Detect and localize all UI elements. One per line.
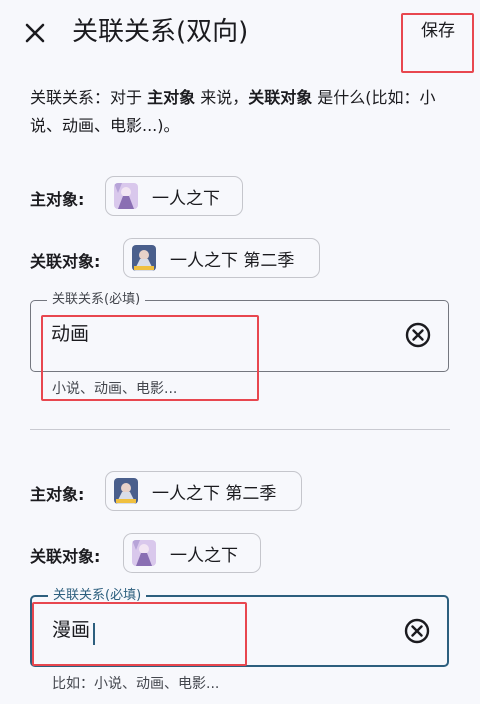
main-object-label: 主对象:	[30, 190, 85, 209]
clear-button[interactable]	[403, 617, 431, 645]
cover-thumbnail	[114, 478, 138, 504]
field-supporting-text: 比如：小说、动画、电影...	[52, 676, 220, 692]
field-label: 关联关系(必填)	[47, 291, 146, 309]
chip-title: 一人之下 第二季	[170, 250, 295, 271]
relation-field[interactable]: 关联关系(必填)	[30, 291, 449, 372]
chip-title: 一人之下	[152, 188, 220, 209]
main-object-chip[interactable]: 一人之下	[105, 176, 243, 216]
save-button[interactable]: 保存	[405, 14, 471, 56]
related-object-label: 关联对象:	[30, 252, 101, 271]
related-object-chip[interactable]: 一人之下	[123, 533, 261, 573]
relation-input[interactable]	[51, 321, 381, 343]
main-object-label: 主对象:	[30, 485, 85, 504]
text-cursor	[93, 623, 95, 645]
chip-title: 一人之下 第二季	[152, 483, 277, 504]
cover-thumbnail	[114, 183, 138, 209]
close-button[interactable]	[18, 16, 52, 50]
clear-circle-icon	[404, 618, 430, 644]
field-label: 关联关系(必填)	[48, 587, 147, 605]
related-object-chip[interactable]: 一人之下 第二季	[123, 238, 320, 278]
relation-input[interactable]	[52, 617, 382, 639]
main-object-chip[interactable]: 一人之下 第二季	[105, 471, 302, 511]
related-object-label: 关联对象:	[30, 547, 101, 566]
description-text: 关联关系：对于 主对象 来说，关联对象 是什么(比如：小说、动画、电影...)。	[30, 88, 436, 135]
section-divider	[30, 429, 450, 430]
clear-circle-icon	[405, 322, 431, 348]
cover-thumbnail	[132, 245, 156, 271]
cover-thumbnail	[132, 540, 156, 566]
page-title: 关联关系(双向)	[72, 17, 249, 47]
close-icon	[25, 23, 45, 43]
field-supporting-text: 小说、动画、电影...	[52, 381, 178, 397]
top-app-bar: 关联关系(双向) 保存	[0, 0, 480, 64]
chip-title: 一人之下	[170, 545, 238, 566]
clear-button[interactable]	[404, 321, 432, 349]
